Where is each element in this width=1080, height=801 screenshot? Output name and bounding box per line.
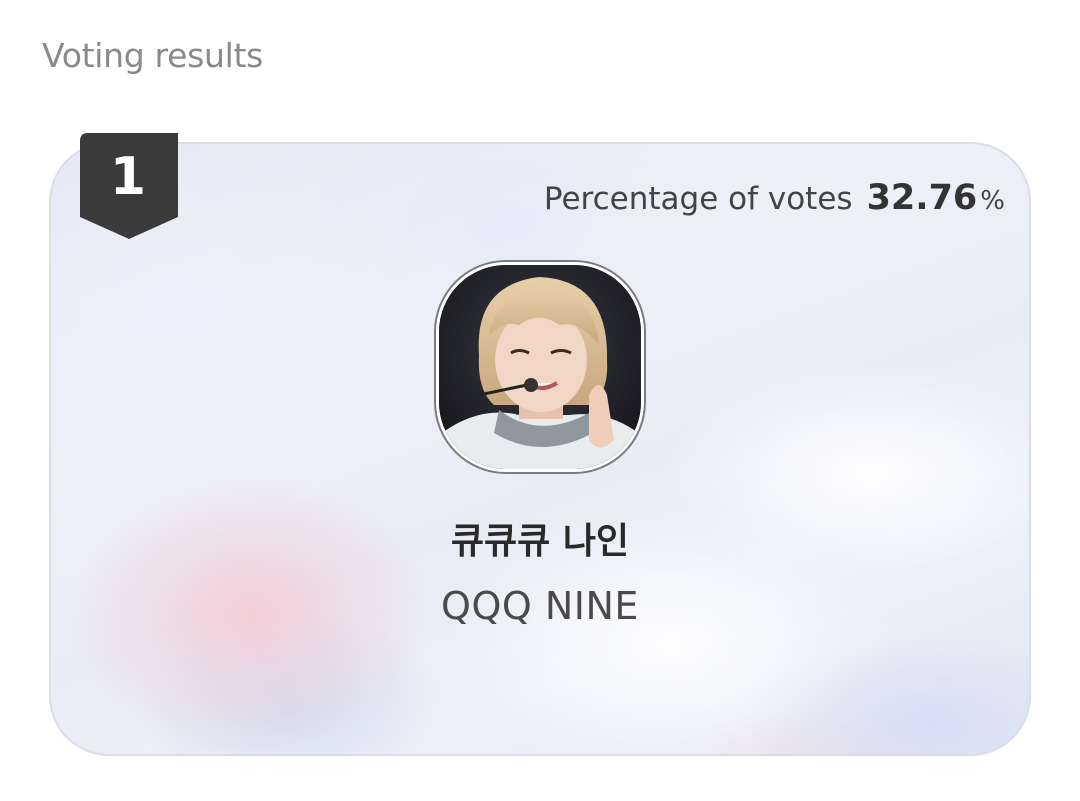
artist-avatar[interactable] xyxy=(436,262,644,472)
voting-results-page: Voting results 1 Percentage of votes 32.… xyxy=(0,0,1080,801)
rank-number: 1 xyxy=(109,147,147,207)
artist-photo xyxy=(439,265,641,469)
vote-percentage-unit: % xyxy=(980,186,1005,216)
artist-name-english: QQQ NINE xyxy=(441,584,639,628)
section-title: Voting results xyxy=(42,36,264,75)
vote-percentage: Percentage of votes 32.76 % xyxy=(544,178,1005,218)
rank-badge: 1 xyxy=(78,131,180,241)
artist-name-korean: 큐큐큐 나인 xyxy=(450,521,630,562)
vote-percentage-value: 32.76 xyxy=(866,178,978,218)
vote-percentage-label: Percentage of votes xyxy=(543,181,853,217)
